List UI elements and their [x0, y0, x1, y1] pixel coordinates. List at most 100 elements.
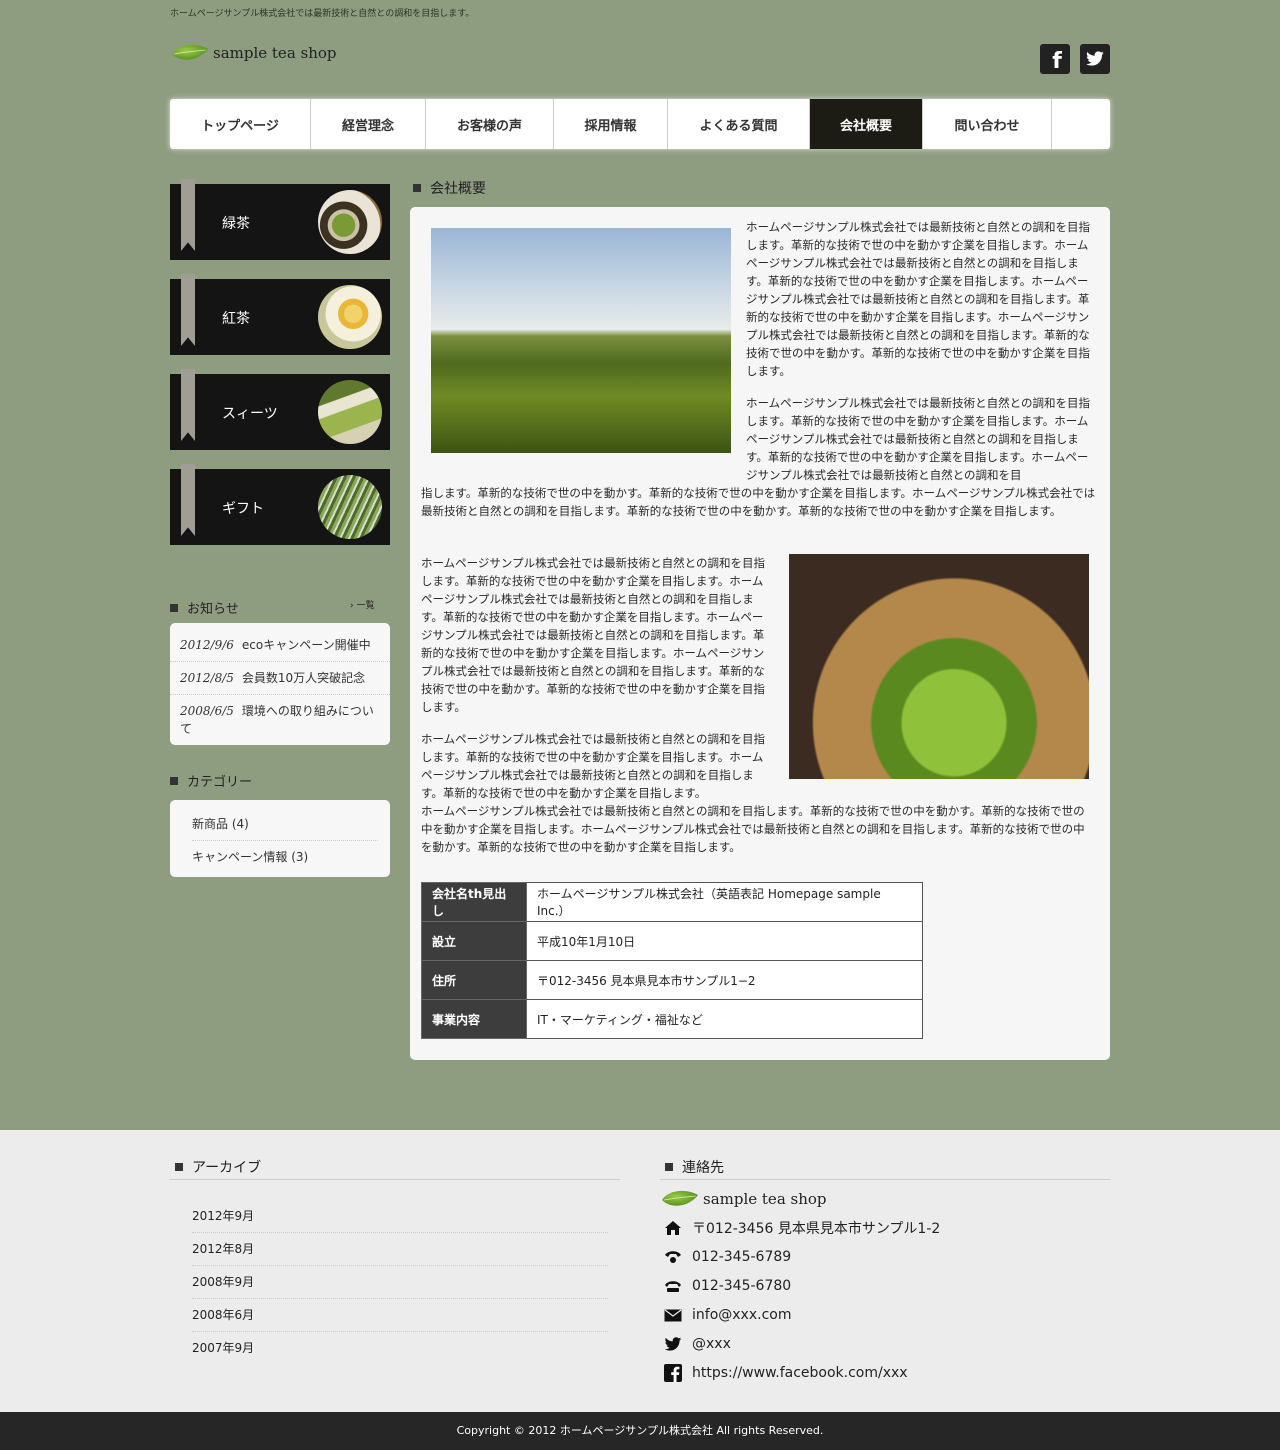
- twitter-icon: [663, 1334, 683, 1354]
- contact-title: 連絡先: [682, 1160, 724, 1176]
- copyright: Copyright © 2012 ホームページサンプル株式会社 All righ…: [0, 1412, 1280, 1450]
- site-tagline: ホームページサンプル株式会社では最新技術と自然との調和を目指します。: [170, 9, 475, 19]
- archive-item[interactable]: 2008年6月: [192, 1299, 608, 1332]
- table-row: 事業内容 IT・マーケティング・福祉など: [421, 999, 923, 1039]
- gift-tea-photo: [318, 475, 382, 539]
- divider: [170, 1179, 620, 1180]
- nav-item-recruit[interactable]: 採用情報: [554, 99, 668, 149]
- square-bullet-icon: [175, 1163, 183, 1171]
- table-row: 会社名th見出し ホームページサンプル株式会社（英語表記 Homepage sa…: [421, 882, 923, 922]
- divider: [660, 1179, 1110, 1180]
- category-item[interactable]: キャンペーン情報 (3): [192, 841, 378, 873]
- fax-text: 012-345-6780: [692, 1278, 792, 1294]
- nav-item-company[interactable]: 会社概要: [810, 99, 923, 149]
- nav-item-philosophy[interactable]: 経営理念: [311, 99, 426, 149]
- banner-gift[interactable]: ギフト: [170, 464, 390, 545]
- tel-text: 012-345-6789: [692, 1249, 792, 1265]
- twitter-button[interactable]: [1080, 44, 1110, 74]
- ribbon-decoration: [181, 274, 195, 346]
- table-header-cell: 事業内容: [421, 999, 527, 1039]
- banner-sweets[interactable]: スィーツ: [170, 369, 390, 450]
- facebook-icon: f: [1052, 48, 1062, 74]
- news-more-label: 一覧: [356, 601, 375, 611]
- site-logo[interactable]: sample tea shop: [170, 40, 337, 66]
- table-cell: 平成10年1月10日: [526, 921, 923, 961]
- news-title: お知らせ: [187, 602, 239, 617]
- phone-icon: [663, 1247, 683, 1267]
- news-item[interactable]: 2012/8/5 会員数10万人突破記念: [170, 662, 390, 695]
- sweets-photo: [318, 380, 382, 444]
- banner-green-tea[interactable]: 緑茶: [170, 179, 390, 260]
- body-paragraph: ホームページサンプル株式会社では最新技術と自然との調和を目指します。革新的な技術…: [421, 556, 765, 714]
- ribbon-decoration: [181, 464, 195, 536]
- ribbon-decoration: [181, 369, 195, 441]
- leaf-logo-icon: [662, 1190, 698, 1206]
- news-date: 2008/6/5: [180, 704, 234, 718]
- table-cell: IT・マーケティング・福祉など: [526, 999, 923, 1039]
- news-text: 会員数10万人突破記念: [241, 671, 366, 685]
- news-box: 2012/9/6 ecoキャンペーン開催中 2012/8/5 会員数10万人突破記念…: [170, 623, 390, 745]
- nav-item-contact[interactable]: 問い合わせ: [923, 99, 1052, 149]
- table-cell: ホームページサンプル株式会社（英語表記 Homepage sample Inc.…: [526, 882, 923, 922]
- fax-icon: [663, 1276, 683, 1296]
- table-cell: 〒012-3456 見本県見本市サンプル1−2: [526, 960, 923, 1000]
- leaf-logo-icon: [172, 44, 208, 60]
- table-row: 住所 〒012-3456 見本県見本市サンプル1−2: [421, 960, 923, 1000]
- company-info-table: 会社名th見出し ホームページサンプル株式会社（英語表記 Homepage sa…: [421, 882, 923, 1039]
- contact-email[interactable]: info@xxx.com: [663, 1305, 791, 1325]
- body-paragraph: ホームページサンプル株式会社では最新技術と自然との調和を目指します。革新的な技術…: [421, 732, 765, 800]
- square-bullet-icon: [413, 184, 421, 192]
- facebook-button[interactable]: f: [1040, 44, 1070, 74]
- contact-tel: 012-345-6789: [663, 1247, 791, 1267]
- news-more-link[interactable]: › 一覧: [350, 598, 375, 611]
- square-bullet-icon: [170, 603, 178, 612]
- news-item[interactable]: 2008/6/5 環境への取り組みについて: [170, 695, 390, 745]
- news-date: 2012/9/6: [180, 638, 234, 652]
- news-heading: お知らせ: [170, 598, 239, 617]
- footer-logo[interactable]: sample tea shop: [660, 1186, 827, 1212]
- email-text: info@xxx.com: [692, 1307, 792, 1323]
- banner-label: 緑茶: [222, 216, 250, 232]
- archive-item[interactable]: 2012年9月: [192, 1200, 608, 1233]
- address-text: 〒012-3456 見本県見本市サンプル1-2: [692, 1221, 941, 1237]
- banner-label: スィーツ: [222, 406, 278, 422]
- archive-item[interactable]: 2007年9月: [192, 1332, 608, 1365]
- table-header-cell: 会社名th見出し: [421, 882, 527, 922]
- ribbon-decoration: [181, 179, 195, 251]
- archive-title: アーカイブ: [192, 1160, 262, 1176]
- body-paragraph: ホームページサンプル株式会社では最新技術と自然との調和を目指します。革新的な技術…: [746, 396, 1090, 482]
- banner-label: ギフト: [222, 501, 264, 517]
- main-content: ホームページサンプル株式会社では最新技術と自然との調和を目指します。革新的な技術…: [410, 207, 1110, 1060]
- contact-twitter[interactable]: @xxx: [663, 1334, 731, 1354]
- table-header-cell: 設立: [421, 921, 527, 961]
- contact-heading: 連絡先: [665, 1157, 724, 1177]
- archive-item[interactable]: 2012年8月: [192, 1233, 608, 1266]
- news-date: 2012/8/5: [180, 671, 234, 685]
- banner-label: 紅茶: [222, 311, 250, 327]
- black-tea-photo: [318, 285, 382, 349]
- archive-item[interactable]: 2008年9月: [192, 1266, 608, 1299]
- page-title-text: 会社概要: [430, 181, 486, 197]
- body-paragraph: 指します。革新的な技術で世の中を動かす。革新的な技術で世の中を動かす企業を目指し…: [421, 486, 1096, 518]
- news-item[interactable]: 2012/9/6 ecoキャンペーン開催中: [170, 629, 390, 662]
- facebook-icon: [663, 1363, 683, 1383]
- table-row: 設立 平成10年1月10日: [421, 921, 923, 961]
- banner-black-tea[interactable]: 紅茶: [170, 274, 390, 355]
- category-title: カテゴリー: [187, 775, 253, 790]
- archive-heading: アーカイブ: [175, 1157, 261, 1177]
- body-paragraph: ホームページサンプル株式会社では最新技術と自然との調和を目指します。革新的な技術…: [421, 804, 1085, 854]
- nav-item-faq[interactable]: よくある質問: [668, 99, 810, 149]
- twitter-handle: @xxx: [692, 1336, 731, 1352]
- contact-facebook[interactable]: https://www.facebook.com/xxx: [663, 1363, 908, 1383]
- page-title: 会社概要: [413, 178, 486, 198]
- green-tea-photo: [318, 190, 382, 254]
- category-item[interactable]: 新商品 (4): [192, 808, 378, 841]
- nav-item-testimonials[interactable]: お客様の声: [426, 99, 554, 149]
- category-box: 新商品 (4) キャンペーン情報 (3): [170, 800, 390, 877]
- contact-address: 〒012-3456 見本県見本市サンプル1-2: [663, 1218, 940, 1238]
- chevron-right-icon: ›: [350, 601, 354, 611]
- mail-icon: [663, 1305, 683, 1325]
- nav-item-top[interactable]: トップページ: [170, 99, 311, 149]
- category-heading: カテゴリー: [170, 771, 252, 790]
- footer: アーカイブ 2012年9月 2012年8月 2008年9月 2008年6月 20…: [0, 1130, 1280, 1412]
